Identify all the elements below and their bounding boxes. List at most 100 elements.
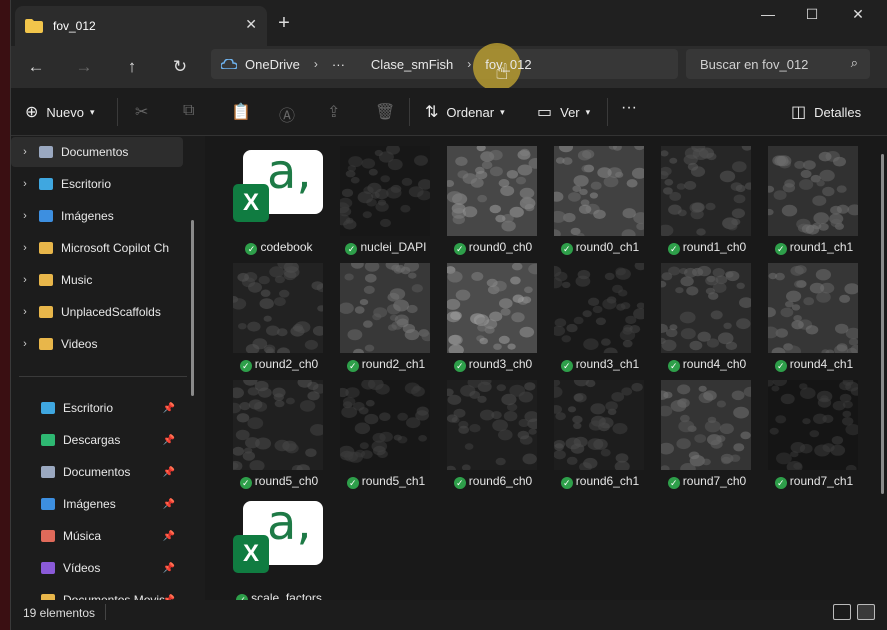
sidebar-item-tree[interactable]: › Music [11, 265, 183, 295]
details-view-icon[interactable] [833, 604, 851, 620]
folder-icon [39, 146, 53, 158]
chevron-right-icon[interactable]: › [11, 146, 39, 158]
chevron-right-icon[interactable]: › [11, 274, 39, 286]
sort-button[interactable]: ⇅ Ordenar ▾ [425, 102, 505, 122]
maximize-button[interactable]: ☐ [797, 6, 827, 23]
image-thumbnail [661, 263, 751, 353]
sidebar-item-quick-access[interactable]: Descargas 📌 [11, 425, 183, 455]
new-tab-button[interactable]: + [273, 12, 295, 35]
new-label: Nuevo [46, 104, 84, 120]
sort-icon: ⇅ [425, 104, 439, 121]
new-button[interactable]: ⊕ Nuevo ▾ [25, 102, 95, 122]
sidebar-item-quick-access[interactable]: Documentos Movis 📌 [11, 585, 183, 600]
chevron-right-icon[interactable]: › [11, 242, 39, 254]
sidebar-item-tree[interactable]: › Escritorio [11, 169, 183, 199]
breadcrumb-onedrive[interactable]: OneDrive [245, 57, 300, 72]
sidebar-item-label: Music [61, 273, 93, 287]
search-icon: ⌕ [850, 55, 858, 70]
tiles-view-icon[interactable] [857, 604, 875, 620]
forward-arrow-icon[interactable]: → [71, 54, 97, 80]
sidebar-item-tree[interactable]: › Documentos [11, 137, 183, 167]
sync-check-icon: ✓ [560, 477, 573, 489]
copy-icon[interactable]: ⧉ [183, 102, 194, 120]
file-item[interactable]: ✓ round1_ch0 [657, 136, 753, 255]
tab-close-icon[interactable]: ✕ [245, 16, 257, 33]
content-scrollbar[interactable] [881, 154, 884, 494]
sidebar-item-label: Escritorio [61, 177, 112, 191]
sidebar-item-tree[interactable]: › Microsoft Copilot Ch [11, 233, 183, 263]
file-item[interactable]: ✓ round3_ch1 [550, 253, 646, 372]
chevron-right-icon[interactable]: › [11, 178, 39, 190]
sidebar-item-label: Descargas [63, 433, 121, 447]
sidebar-scrollbar[interactable] [191, 220, 194, 396]
folder-icon [41, 498, 55, 510]
breadcrumb-clase-smfish[interactable]: Clase_smFish [371, 57, 453, 72]
file-item[interactable]: a, X ✓ codebook [229, 136, 325, 255]
sidebar-item-quick-access[interactable]: Música 📌 [11, 521, 183, 551]
sidebar-item-quick-access[interactable]: Imágenes 📌 [11, 489, 183, 519]
pin-icon[interactable]: 📌 [163, 563, 175, 574]
cut-icon[interactable]: ✂ [135, 102, 148, 122]
file-item[interactable]: ✓ round6_ch1 [550, 370, 646, 489]
breadcrumb-ellipsis[interactable]: ··· [332, 57, 345, 72]
details-label: Detalles [814, 104, 862, 120]
navigation-pane: › Documentos › Escritorio › Imágenes › Microsof… [11, 136, 201, 600]
pin-icon[interactable]: 📌 [163, 499, 175, 510]
up-arrow-icon[interactable]: ↑ [119, 54, 145, 80]
pin-icon[interactable]: 📌 [163, 435, 175, 446]
view-button[interactable]: ▭ Ver ▾ [537, 102, 590, 122]
breadcrumb-fov-012[interactable]: fov_012 ☝ [473, 42, 532, 91]
file-item[interactable]: ✓ nuclei_DAPI [336, 136, 432, 255]
delete-icon[interactable]: 🗑 [375, 102, 395, 122]
file-item[interactable]: ✓ round3_ch0 [443, 253, 539, 372]
sidebar-item-label: Documentos [63, 465, 131, 479]
pin-icon[interactable]: 📌 [163, 467, 175, 478]
close-window-button[interactable]: ✕ [843, 6, 873, 23]
folder-icon [25, 19, 43, 33]
search-input[interactable]: Buscar en fov_012 ⌕ [686, 49, 870, 79]
file-item[interactable]: ✓ round4_ch0 [657, 253, 753, 372]
chevron-right-icon[interactable]: › [11, 210, 39, 222]
file-item[interactable]: ✓ round2_ch1 [336, 253, 432, 372]
command-bar: ⊕ Nuevo ▾ ✂ ⧉ 📋 Ⓐ ⇪ 🗑 ⇅ Ordenar ▾ ▭ Ver … [11, 88, 887, 136]
paste-icon[interactable]: 📋 [231, 102, 251, 122]
tab-title: fov_012 [53, 19, 96, 33]
sidebar-item-tree[interactable]: › UnplacedScaffolds [11, 297, 183, 327]
sidebar-item-quick-access[interactable]: Vídeos 📌 [11, 553, 183, 583]
minimize-button[interactable]: — [753, 6, 783, 22]
refresh-icon[interactable]: ↻ [167, 54, 193, 80]
sidebar-item-label: Microsoft Copilot Ch [61, 241, 170, 255]
plus-circle-icon: ⊕ [25, 104, 39, 121]
sidebar-item-tree[interactable]: › Videos [11, 329, 183, 359]
more-options-button[interactable]: ··· [621, 99, 637, 117]
file-item[interactable]: a, X ✓ scale_factors [229, 487, 325, 600]
file-item[interactable]: ✓ round1_ch1 [764, 136, 860, 255]
file-item[interactable]: ✓ round0_ch0 [443, 136, 539, 255]
file-item[interactable]: ✓ round5_ch0 [229, 370, 325, 489]
sidebar-item-quick-access[interactable]: Documentos 📌 [11, 457, 183, 487]
file-item[interactable]: ✓ round6_ch0 [443, 370, 539, 489]
sidebar-item-quick-access[interactable]: Escritorio 📌 [11, 393, 183, 423]
chevron-right-icon[interactable]: › [11, 338, 39, 350]
share-icon[interactable]: ⇪ [327, 102, 340, 122]
pin-icon[interactable]: 📌 [163, 531, 175, 542]
back-arrow-icon[interactable]: ← [23, 54, 49, 80]
rename-icon[interactable]: Ⓐ [279, 102, 295, 126]
address-bar[interactable]: OneDrive › ··· Clase_smFish › fov_012 ☝ [211, 42, 678, 91]
details-button[interactable]: ◫ Detalles [791, 102, 861, 122]
file-item[interactable]: ✓ round4_ch1 [764, 253, 860, 372]
tab-fov-012[interactable]: fov_012 ✕ [15, 6, 267, 46]
status-divider [105, 604, 106, 620]
file-item[interactable]: ✓ round5_ch1 [336, 370, 432, 489]
file-item[interactable]: ✓ round7_ch0 [657, 370, 753, 489]
sidebar-item-tree[interactable]: › Imágenes [11, 201, 183, 231]
file-item[interactable]: ✓ round0_ch1 [550, 136, 646, 255]
sidebar-item-label: Documentos Movis [63, 593, 166, 600]
file-name: ✓ round7_ch1 [764, 474, 864, 489]
excel-file-icon: a, X [233, 495, 323, 587]
chevron-right-icon[interactable]: › [11, 306, 39, 318]
pin-icon[interactable]: 📌 [163, 403, 175, 414]
image-thumbnail [340, 380, 430, 470]
file-item[interactable]: ✓ round2_ch0 [229, 253, 325, 372]
file-item[interactable]: ✓ round7_ch1 [764, 370, 860, 489]
